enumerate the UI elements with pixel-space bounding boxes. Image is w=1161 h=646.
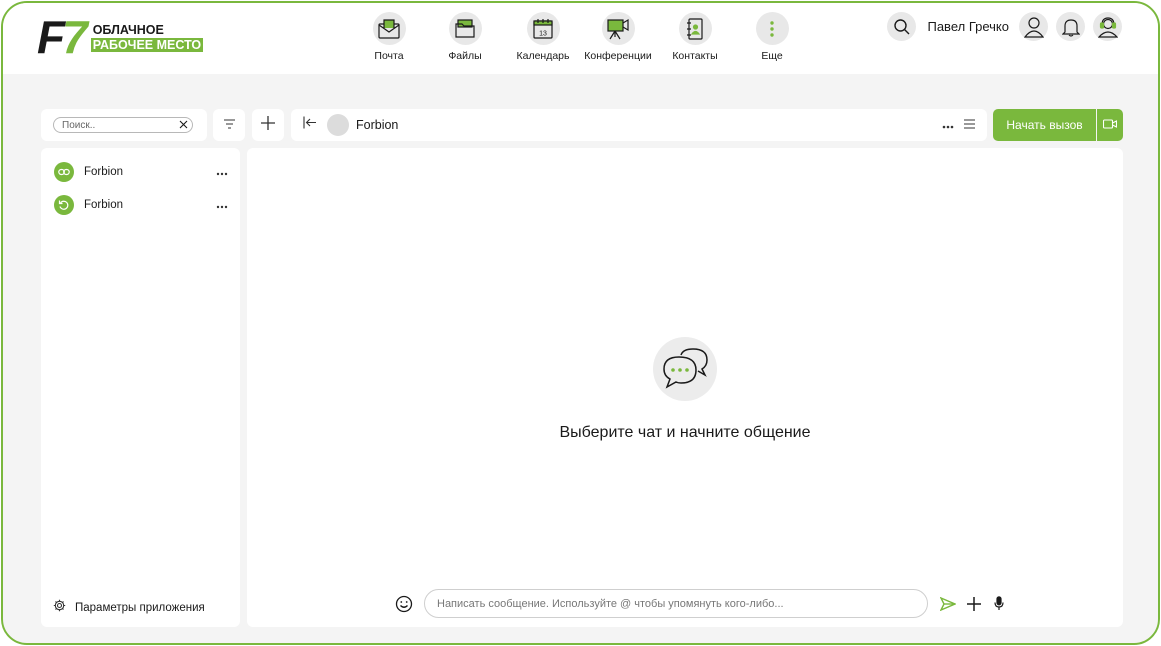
app-window: F7 ОБЛАЧНОЕ РАБОЧЕЕ МЕСТО Почта Файлы 13… xyxy=(1,1,1160,645)
refresh-icon xyxy=(54,195,74,215)
nav-label-files: Файлы xyxy=(448,50,482,62)
gear-icon xyxy=(53,599,66,617)
nav-label-contacts: Контакты xyxy=(672,50,718,62)
empty-state-text: Выберите чат и начните общение xyxy=(559,424,811,441)
nav-item-contacts[interactable]: Контакты xyxy=(661,12,729,62)
start-call-button[interactable]: Начать вызов xyxy=(993,109,1096,141)
more-horizontal-icon[interactable] xyxy=(216,196,228,214)
add-chat-button[interactable] xyxy=(252,109,284,141)
empty-state: Выберите чат и начните общение xyxy=(247,337,1123,442)
plus-icon xyxy=(261,115,275,135)
chat-header: Forbion xyxy=(291,109,987,141)
conference-icon xyxy=(601,12,635,45)
search-input[interactable] xyxy=(62,119,172,131)
filter-icon xyxy=(223,116,235,134)
top-bar: F7 ОБЛАЧНОЕ РАБОЧЕЕ МЕСТО Почта Файлы 13… xyxy=(3,3,1158,74)
clear-search-icon[interactable] xyxy=(179,116,188,134)
main-nav: Почта Файлы 13 Календарь Конференции Кон… xyxy=(359,12,815,62)
nav-item-calendar[interactable]: 13 Календарь xyxy=(511,12,575,62)
more-horizontal-icon[interactable] xyxy=(942,116,954,134)
svg-text:13: 13 xyxy=(539,30,547,37)
nav-label-conferences: Конференции xyxy=(584,50,652,62)
nav-item-mail[interactable]: Почта xyxy=(359,12,419,62)
chat-title: Forbion xyxy=(356,118,399,132)
mail-icon xyxy=(372,12,406,45)
logo-text: ОБЛАЧНОЕ РАБОЧЕЕ МЕСТО xyxy=(90,22,204,52)
chat-list-item[interactable]: Forbion xyxy=(54,160,230,184)
files-icon xyxy=(448,12,482,45)
user-profile-icon[interactable] xyxy=(1019,12,1048,41)
video-camera-icon xyxy=(1102,116,1118,134)
attach-plus-icon[interactable] xyxy=(967,596,981,611)
nav-item-conferences[interactable]: Конференции xyxy=(575,12,661,62)
video-call-button[interactable] xyxy=(1097,109,1123,141)
logo-mark: F7 xyxy=(37,11,88,63)
chat-item-name: Forbion xyxy=(84,166,123,178)
chat-bubbles-icon xyxy=(653,337,717,401)
nav-item-files[interactable]: Файлы xyxy=(419,12,511,62)
nav-item-more[interactable]: Еще xyxy=(729,12,815,62)
menu-icon[interactable] xyxy=(964,116,975,134)
microphone-icon[interactable] xyxy=(994,596,1004,611)
brand-logo[interactable]: F7 ОБЛАЧНОЕ РАБОЧЕЕ МЕСТО xyxy=(37,11,204,63)
logo-line2: РАБОЧЕЕ МЕСТО xyxy=(90,37,204,52)
chat-list-item[interactable]: Forbion xyxy=(54,193,230,217)
emoji-icon[interactable] xyxy=(395,595,413,613)
user-name[interactable]: Павел Гречко xyxy=(927,19,1009,34)
app-settings-button[interactable]: Параметры приложения xyxy=(53,599,205,617)
settings-label: Параметры приложения xyxy=(75,602,205,614)
link-icon xyxy=(54,162,74,182)
chat-main-area: Выберите чат и начните общение xyxy=(247,148,1123,627)
chat-item-name: Forbion xyxy=(84,199,123,211)
header-actions: Павел Гречко xyxy=(887,12,1122,41)
more-horizontal-icon[interactable] xyxy=(216,163,228,181)
search-icon[interactable] xyxy=(887,12,917,41)
nav-label-mail: Почта xyxy=(374,50,404,62)
search-box[interactable] xyxy=(53,117,193,133)
chat-list-sidebar: Forbion Forbion Параметры приложения xyxy=(41,148,240,627)
search-panel xyxy=(41,109,207,141)
calendar-icon: 13 xyxy=(526,12,560,45)
bell-icon[interactable] xyxy=(1056,12,1085,41)
more-vertical-icon xyxy=(755,12,789,45)
nav-label-more: Еще xyxy=(761,50,783,62)
message-composer xyxy=(395,589,1004,618)
message-input[interactable] xyxy=(424,589,928,618)
filter-button[interactable] xyxy=(213,109,245,141)
logo-line1: ОБЛАЧНОЕ xyxy=(92,22,164,37)
send-icon[interactable] xyxy=(940,596,956,611)
chat-avatar xyxy=(327,114,349,136)
support-icon[interactable] xyxy=(1093,12,1122,41)
contacts-icon xyxy=(678,12,712,45)
chat-header-actions xyxy=(942,116,987,134)
nav-label-calendar: Календарь xyxy=(516,50,570,62)
collapse-left-icon[interactable] xyxy=(303,116,317,134)
